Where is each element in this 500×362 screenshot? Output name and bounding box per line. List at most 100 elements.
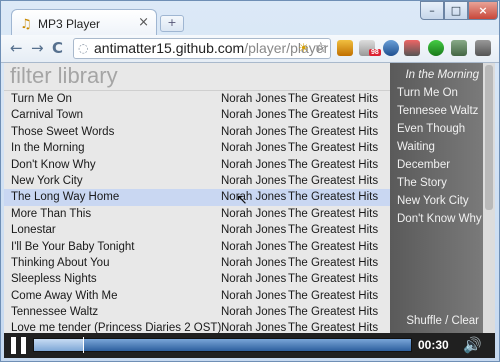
avatar-extension-icon[interactable] (451, 40, 467, 56)
song-artist: Norah Jones (221, 142, 287, 155)
controls-separator: / (441, 315, 452, 327)
song-album: The Greatest Hits (288, 273, 379, 286)
tab-close-icon[interactable]: × (138, 15, 149, 30)
song-row[interactable]: Thinking About You Norah Jones The Greates… (4, 255, 390, 271)
song-row[interactable]: In the Morning Norah Jones The Greatest Hi… (4, 140, 390, 156)
mouse-cursor-icon: ↖ (236, 192, 248, 208)
shuffle-button[interactable]: Shuffle (406, 315, 442, 327)
song-title: The Long Way Home (11, 191, 120, 204)
song-artist: Norah Jones (221, 125, 287, 138)
song-row[interactable]: Sleepless Nights Norah Jones The Greatest … (4, 271, 390, 287)
playback-time: 00:30 (418, 338, 449, 352)
song-album: The Greatest Hits (288, 306, 379, 319)
vertical-scrollbar[interactable] (483, 63, 495, 333)
queue-controls: Shuffle / Clear (390, 315, 479, 327)
browser-window: – □ × ♫ MP3 Player × + ← → C ◌ antimatte… (0, 0, 500, 362)
song-album: The Greatest Hits (288, 207, 379, 220)
minimize-button[interactable]: – (420, 1, 444, 20)
song-title: Those Sweet Words (11, 125, 115, 138)
song-album: The Greatest Hits (288, 109, 379, 122)
refresh-extension-icon[interactable] (428, 40, 444, 56)
seek-bar[interactable] (33, 337, 412, 353)
music-note-icon: ♫ (20, 17, 32, 32)
queue-item[interactable]: The Story (397, 177, 447, 189)
song-title: Thinking About You (11, 256, 110, 269)
maximize-button[interactable]: □ (444, 1, 468, 20)
address-bar[interactable]: ◌ antimatter15.github.com/player/player … (73, 38, 331, 59)
song-artist: Norah Jones (221, 158, 287, 171)
song-title: Come Away With Me (11, 289, 118, 302)
song-row[interactable]: Love me tender (Princess Diaries 2 OST) N… (4, 320, 390, 334)
queue-item[interactable]: Tennesee Waltz (397, 105, 478, 117)
song-row[interactable]: The Long Way Home Norah Jones The Greatest… (4, 189, 390, 206)
song-artist: Norah Jones (221, 240, 287, 253)
queue-item[interactable]: Turn Me On (397, 87, 458, 99)
song-row[interactable]: Carnival Town Norah Jones The Greatest Hit… (4, 107, 390, 123)
song-row[interactable]: Tennessee Waltz Norah Jones The Greatest H… (4, 304, 390, 320)
close-window-button[interactable]: × (468, 1, 498, 20)
song-title: Carnival Town (11, 109, 84, 122)
volume-icon[interactable]: 🔊 (463, 336, 482, 354)
song-title: Don't Know Why (11, 158, 96, 171)
song-artist: Norah Jones (221, 207, 287, 220)
song-artist: Norah Jones (221, 256, 287, 269)
queue-item[interactable]: December (397, 159, 450, 171)
tab-extension-icon[interactable] (404, 40, 420, 56)
forward-arrow-icon[interactable]: → (31, 39, 44, 57)
song-artist: Norah Jones (221, 273, 287, 286)
song-row[interactable]: New York City Norah Jones The Greatest Hit… (4, 173, 390, 189)
scrollbar-thumb[interactable] (485, 65, 493, 210)
mp3-player-app: Turn Me OnNorah JonesThe Greatest HitsCa… (4, 63, 495, 358)
wrench-icon[interactable] (475, 40, 491, 56)
song-artist: Norah Jones (221, 224, 287, 237)
url-host: antimatter15.github.com (94, 40, 245, 56)
phone-extension-icon[interactable] (337, 40, 353, 56)
song-artist: Norah Jones (221, 109, 287, 122)
page-icon: ◌ (78, 41, 89, 55)
back-arrow-icon[interactable]: ← (10, 39, 23, 57)
song-album: The Greatest Hits (288, 289, 379, 302)
song-list: Turn Me On Norah Jones The Greatest Hits Ca… (4, 90, 390, 334)
now-playing-title: In the Morning (405, 69, 479, 81)
queue-item[interactable]: Waiting (397, 141, 435, 153)
song-title: Sleepless Nights (11, 273, 97, 286)
seek-progress-fill (34, 339, 83, 351)
song-row[interactable]: Come Away With Me Norah Jones The Greatest… (4, 288, 390, 304)
song-row[interactable]: I'll Be Your Baby Tonight Norah Jones The … (4, 239, 390, 255)
song-title: Tennessee Waltz (11, 306, 99, 319)
song-title: I'll Be Your Baby Tonight (11, 240, 135, 253)
song-title: New York City (11, 174, 83, 187)
song-album: The Greatest Hits (288, 174, 379, 187)
song-album: The Greatest Hits (288, 142, 379, 155)
queue-item[interactable]: Even Though (397, 123, 465, 135)
song-album: The Greatest Hits (288, 93, 379, 105)
pause-button[interactable] (10, 337, 27, 354)
song-artist: Norah Jones (221, 174, 287, 187)
song-row[interactable]: Turn Me On Norah Jones The Greatest Hits (4, 91, 390, 107)
new-tab-button[interactable]: + (160, 15, 184, 32)
song-title: Turn Me On (11, 93, 72, 105)
song-artist: Norah Jones (221, 289, 287, 302)
song-row[interactable]: More Than This Norah Jones The Greatest Hi… (4, 206, 390, 222)
clear-button[interactable]: Clear (452, 315, 479, 327)
song-album: The Greatest Hits (288, 240, 379, 253)
song-title: More Than This (11, 207, 92, 220)
reload-icon[interactable]: C (52, 39, 63, 57)
cloud-extension-icon[interactable] (383, 40, 399, 56)
queue-item[interactable]: New York City (397, 195, 469, 207)
song-artist: Norah Jones (221, 191, 287, 204)
song-row[interactable]: Those Sweet Words Norah Jones The Greatest… (4, 124, 390, 140)
url-text: antimatter15.github.com/player/player (94, 40, 328, 56)
seek-handle[interactable] (83, 337, 84, 353)
song-album: The Greatest Hits (288, 256, 379, 269)
bookmark-star-icon[interactable]: ☆ (314, 40, 327, 56)
filter-library-input[interactable] (4, 63, 390, 89)
mail-extension-icon[interactable]: 98 (359, 40, 381, 56)
queue-item[interactable]: Don't Know Why (397, 213, 482, 225)
song-title: In the Morning (11, 142, 85, 155)
browser-tab[interactable]: ♫ MP3 Player × (11, 9, 157, 36)
tab-title: MP3 Player (38, 17, 101, 31)
song-album: The Greatest Hits (288, 191, 379, 204)
song-row[interactable]: Don't Know Why Norah Jones The Greatest Hi… (4, 157, 390, 173)
song-row[interactable]: Lonestar Norah Jones The Greatest Hits (4, 222, 390, 238)
